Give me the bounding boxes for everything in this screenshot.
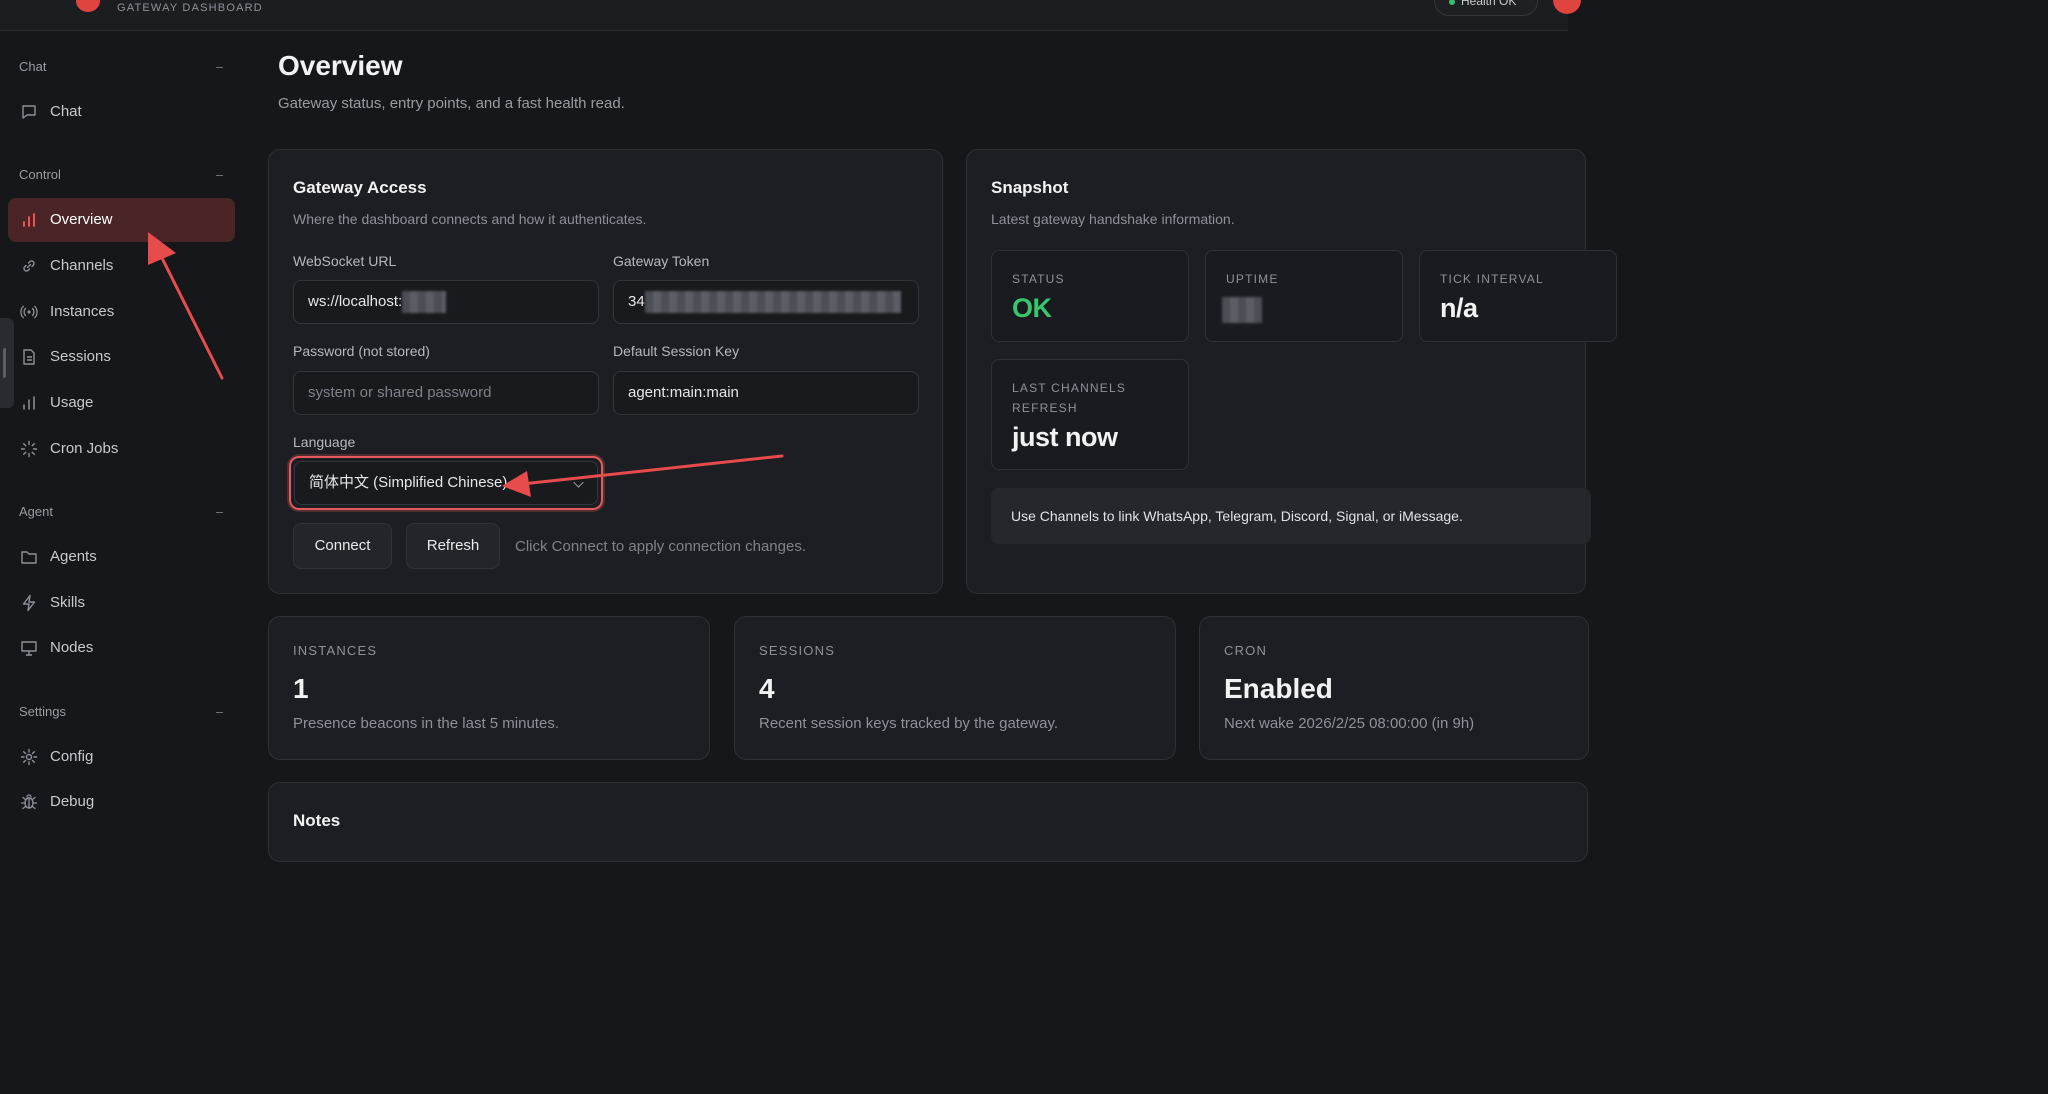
bar-chart-icon: [23, 213, 35, 227]
kpi-value: 4: [759, 673, 775, 704]
gateway-token-label: Gateway Token: [613, 253, 710, 269]
refresh-button[interactable]: Refresh: [406, 523, 500, 569]
last-refresh-stat: LAST CHANNELS REFRESH just now: [991, 359, 1189, 470]
websocket-url-input[interactable]: ws://localhost:: [293, 280, 599, 324]
zap-icon: [22, 594, 36, 612]
sidebar-item-skills[interactable]: Skills: [8, 581, 235, 625]
tick-interval-stat: TICK INTERVAL n/a: [1419, 250, 1617, 342]
language-select[interactable]: 简体中文 (Simplified Chinese): [294, 461, 598, 505]
sidebar-item-overview[interactable]: Overview: [8, 198, 235, 242]
sidebar-item-cron-jobs[interactable]: Cron Jobs: [8, 427, 235, 471]
snapshot-card: Snapshot Latest gateway handshake inform…: [966, 149, 1617, 594]
collapse-icon[interactable]: [216, 67, 223, 68]
sidebar-item-config[interactable]: Config: [8, 735, 235, 779]
connect-button[interactable]: Connect: [293, 523, 392, 569]
section-title-chat[interactable]: Chat: [19, 59, 46, 74]
session-key-label: Default Session Key: [613, 343, 740, 359]
card-subtitle: Latest gateway handshake information.: [991, 211, 1235, 227]
sidebar-item-usage[interactable]: Usage: [8, 381, 235, 425]
kpi-label: INSTANCES: [293, 643, 378, 658]
page-title: Overview: [278, 50, 403, 81]
chevron-down-icon: [573, 477, 584, 488]
websocket-url-label: WebSocket URL: [293, 253, 397, 269]
sessions-card: SESSIONS 4 Recent session keys tracked b…: [734, 616, 1176, 760]
kpi-description: Presence beacons in the last 5 minutes.: [293, 715, 559, 732]
kpi-label: CRON: [1224, 643, 1268, 658]
section-title-settings[interactable]: Settings: [19, 704, 66, 719]
tick-interval-value: n/a: [1440, 293, 1478, 323]
status-stat: STATUS OK: [991, 250, 1189, 342]
gear-icon: [20, 748, 38, 766]
sidebar-item-instances[interactable]: Instances: [8, 290, 235, 334]
collapse-icon[interactable]: [216, 175, 223, 176]
health-badge: Health OK: [1434, 0, 1538, 16]
uptime-stat: UPTIME: [1205, 250, 1403, 342]
radio-icon: [20, 305, 38, 319]
redacted-blur: [644, 291, 901, 314]
card-title: Notes: [293, 811, 341, 830]
logo-icon: [76, 0, 100, 12]
monitor-icon: [21, 641, 37, 656]
cron-card: CRON Enabled Next wake 2026/2/25 08:00:0…: [1199, 616, 1589, 760]
connect-hint: Click Connect to apply connection change…: [515, 538, 807, 555]
card-title: Gateway Access: [293, 178, 427, 197]
file-icon: [23, 349, 35, 365]
gateway-access-card: Gateway Access Where the dashboard conne…: [268, 149, 943, 594]
brand-subtitle: GATEWAY DASHBOARD: [117, 2, 263, 14]
last-refresh-value: just now: [1012, 422, 1118, 452]
collapse-icon[interactable]: [216, 512, 223, 513]
card-title: Snapshot: [991, 178, 1069, 197]
loader-icon: [20, 440, 38, 458]
instances-card: INSTANCES 1 Presence beacons in the last…: [268, 616, 710, 760]
bar-chart-icon: [23, 396, 35, 410]
status-dot-icon: [1449, 0, 1455, 5]
kpi-description: Next wake 2026/2/25 08:00:00 (in 9h): [1224, 715, 1475, 732]
sidebar-item-agents[interactable]: Agents: [8, 535, 235, 579]
password-label: Password (not stored): [293, 343, 430, 359]
sidebar: Chat Chat Control Overview Channels Inst…: [0, 31, 245, 838]
notes-card: Notes: [268, 782, 1588, 862]
section-title-agent[interactable]: Agent: [19, 504, 53, 519]
sidebar-item-debug[interactable]: Debug: [8, 780, 235, 824]
sidebar-item-nodes[interactable]: Nodes: [8, 626, 235, 670]
avatar[interactable]: [1553, 0, 1581, 14]
kpi-description: Recent session keys tracked by the gatew…: [759, 715, 1059, 732]
menu-icon[interactable]: [28, 0, 46, 6]
bug-icon: [20, 794, 38, 810]
redacted-blur: [402, 291, 447, 314]
channels-callout: Use Channels to link WhatsApp, Telegram,…: [991, 488, 1591, 544]
page-subtitle: Gateway status, entry points, and a fast…: [278, 95, 625, 112]
card-subtitle: Where the dashboard connects and how it …: [293, 211, 647, 227]
redacted-blur: [1222, 297, 1262, 323]
sidebar-item-chat[interactable]: Chat: [8, 90, 235, 134]
link-icon: [23, 260, 35, 272]
session-key-input[interactable]: agent:main:main: [613, 371, 919, 415]
top-bar: GATEWAY DASHBOARD Health OK: [0, 0, 1581, 31]
sidebar-item-sessions[interactable]: Sessions: [8, 335, 235, 379]
message-icon: [22, 105, 36, 119]
collapse-icon[interactable]: [216, 712, 223, 713]
gateway-token-input[interactable]: 34: [613, 280, 919, 324]
kpi-value: 1: [293, 673, 309, 704]
sidebar-item-channels[interactable]: Channels: [8, 244, 235, 288]
language-label: Language: [293, 434, 356, 450]
kpi-value: Enabled: [1224, 673, 1333, 704]
password-input[interactable]: system or shared password: [293, 371, 599, 415]
folder-icon: [21, 551, 37, 564]
status-value: OK: [1012, 293, 1052, 323]
kpi-label: SESSIONS: [759, 643, 836, 658]
section-title-control[interactable]: Control: [19, 167, 61, 182]
